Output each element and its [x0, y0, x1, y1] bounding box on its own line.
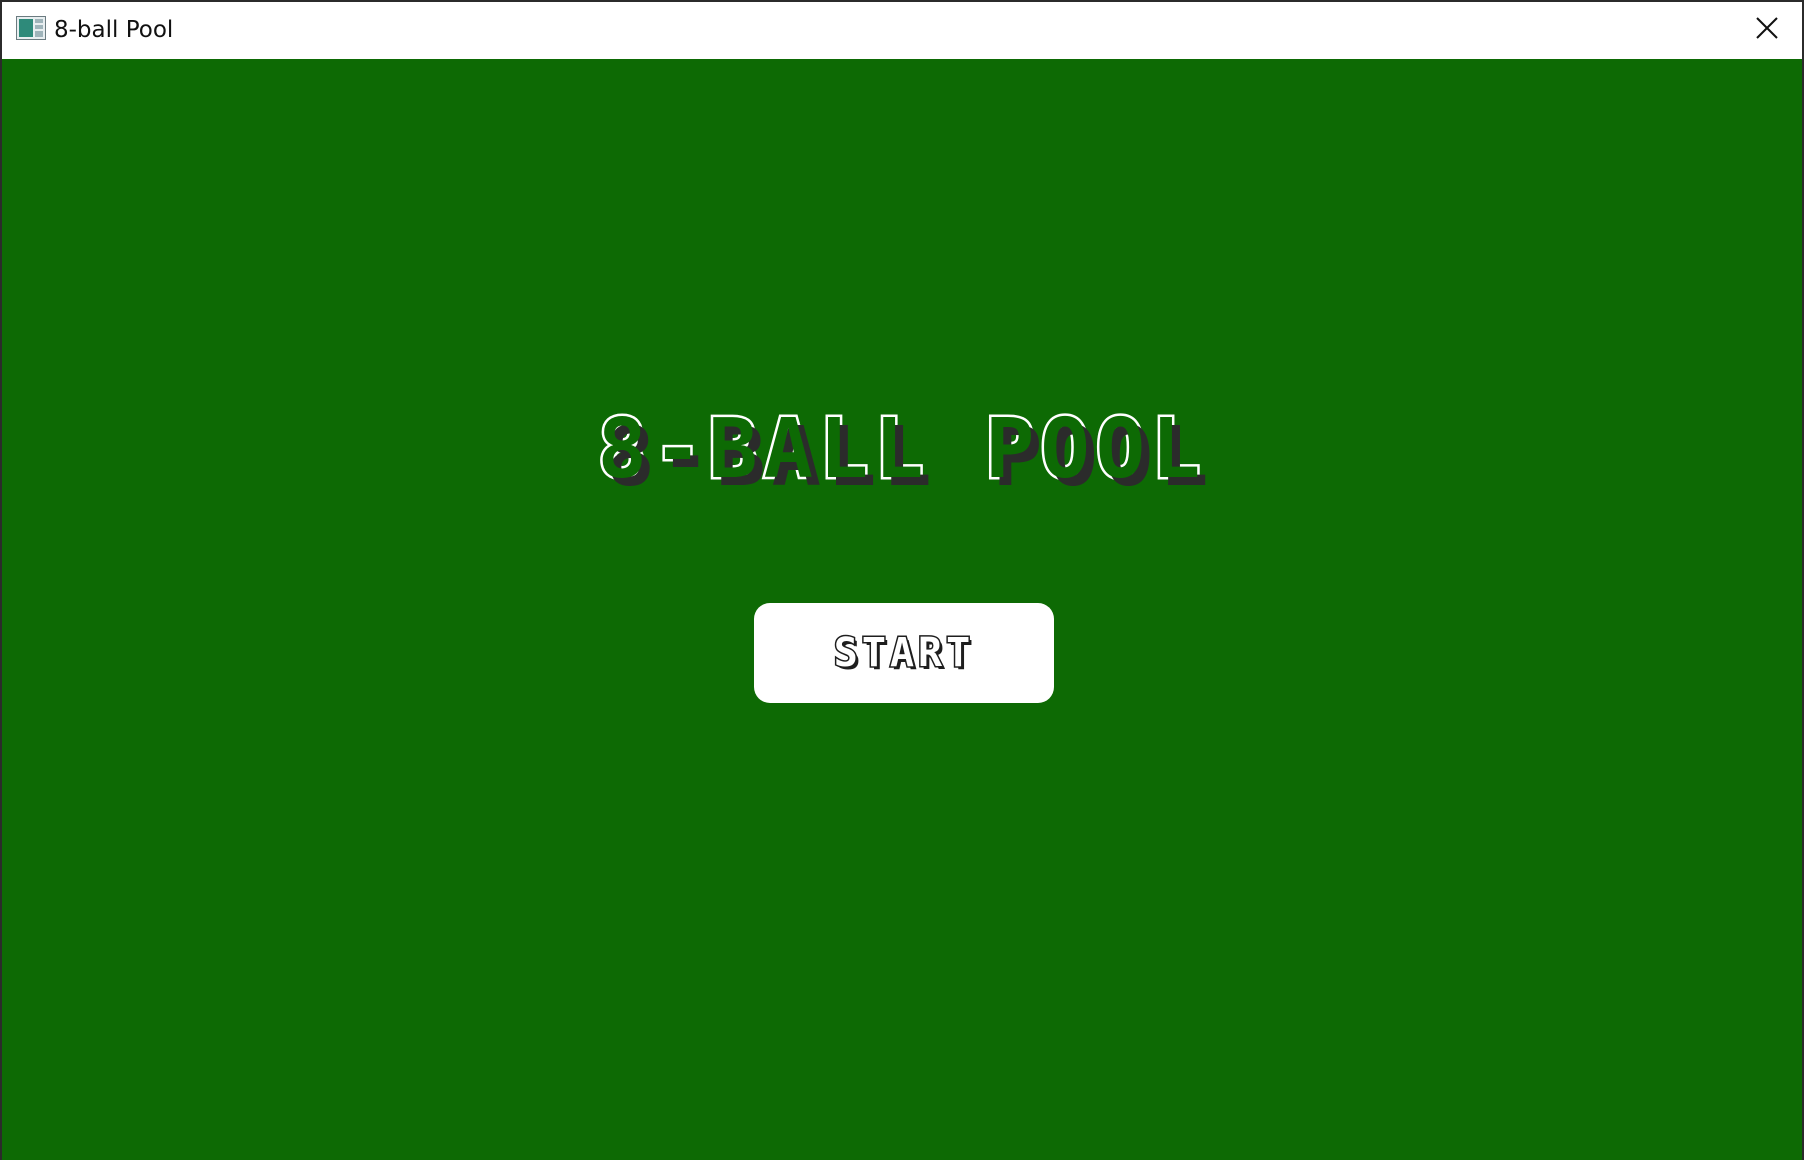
close-icon — [1756, 16, 1778, 44]
window-title: 8-ball Pool — [54, 17, 174, 43]
app-window: 8-ball Pool 8-BALL POOL START — [0, 0, 1804, 1160]
app-window-icon — [16, 16, 46, 40]
title-bar[interactable]: 8-ball Pool — [2, 2, 1802, 58]
start-button[interactable]: START — [754, 603, 1054, 703]
close-button[interactable] — [1744, 8, 1790, 52]
game-title: 8-BALL POOL — [595, 400, 1207, 500]
start-button-label: START — [832, 629, 975, 678]
